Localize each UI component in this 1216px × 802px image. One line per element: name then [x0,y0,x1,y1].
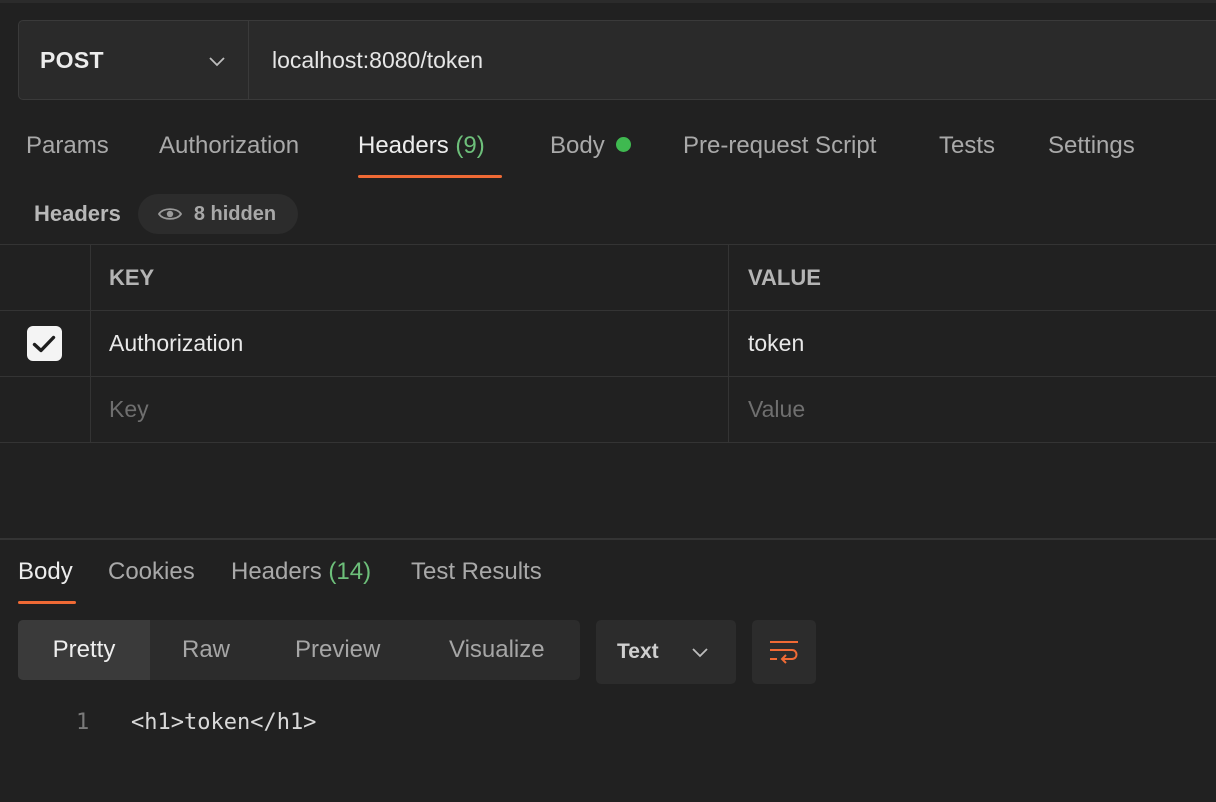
code-line: <h1>token</h1> [131,710,317,735]
pane-resize-handle[interactable] [0,538,1216,540]
mode-preview[interactable]: Preview [295,620,380,680]
headers-toolbar: Headers 8 hidden [34,194,299,234]
checkmark-icon [32,335,56,352]
tab-settings[interactable]: Settings [1048,132,1135,160]
response-tab-cookies[interactable]: Cookies [108,558,195,586]
view-mode-selector: Pretty Raw Preview Visualize [18,620,580,680]
wrap-lines-icon [770,641,798,664]
mode-visualize[interactable]: Visualize [449,620,545,680]
tab-body-label: Body [550,132,605,159]
table-row-new: Key Value [0,377,1216,443]
checkbox-column-header [0,245,91,310]
table-header-row: KEY VALUE [0,244,1216,311]
response-tab-headers-count: (14) [328,558,372,585]
new-key-input[interactable]: Key [91,377,729,442]
active-tab-indicator [358,175,502,178]
body-modified-dot [615,137,631,152]
response-body-editor[interactable]: 1 <h1>token</h1> [0,706,1216,740]
response-tab-headers-label: Headers [231,558,322,585]
response-tab-headers[interactable]: Headers (14) [231,558,371,586]
key-column-header: KEY [91,245,729,310]
header-enabled-checkbox[interactable] [26,326,62,361]
row-checkbox-cell [0,311,91,376]
hidden-headers-toggle[interactable]: 8 hidden [137,194,299,234]
tab-headers-count: (9) [455,132,485,159]
headers-table: KEY VALUE Authorization token Key Value [0,244,1216,443]
tab-headers-label: Headers [358,132,449,159]
value-column-header: VALUE [748,264,821,290]
mode-raw[interactable]: Raw [182,620,230,680]
eye-icon [157,208,182,220]
header-value-cell[interactable]: token [729,311,1216,376]
mode-pretty[interactable]: Pretty [18,620,150,680]
tab-headers[interactable]: Headers (9) [358,132,485,160]
table-row: Authorization token [0,311,1216,377]
tab-params[interactable]: Params [26,132,109,160]
format-label: Text [617,640,659,663]
headers-title: Headers [34,201,121,226]
method-label: POST [40,46,104,73]
header-key-cell[interactable]: Authorization [91,311,729,376]
method-select[interactable]: POST [19,21,249,99]
tab-authorization[interactable]: Authorization [159,132,299,160]
url-bar: POST localhost:8080/token [18,20,1216,100]
chevron-down-icon [209,57,225,67]
tab-pre-request-script[interactable]: Pre-request Script [683,132,876,160]
response-tab-test-results[interactable]: Test Results [411,558,542,586]
top-border [0,0,1216,3]
request-tabs: Params Authorization Headers (9) Body Pr… [0,118,1216,180]
wrap-lines-button[interactable] [752,620,816,684]
new-row-checkbox-cell [0,377,91,442]
hidden-headers-label: 8 hidden [193,202,277,225]
url-input[interactable]: localhost:8080/token [249,21,1216,99]
tab-body[interactable]: Body [550,132,631,160]
line-number: 1 [76,710,90,735]
new-value-input[interactable]: Value [729,377,1216,442]
tab-tests[interactable]: Tests [939,132,995,160]
chevron-down-icon [692,648,708,658]
response-active-tab-indicator [18,601,76,604]
response-tab-body[interactable]: Body [18,558,73,586]
format-select[interactable]: Text [596,620,736,684]
